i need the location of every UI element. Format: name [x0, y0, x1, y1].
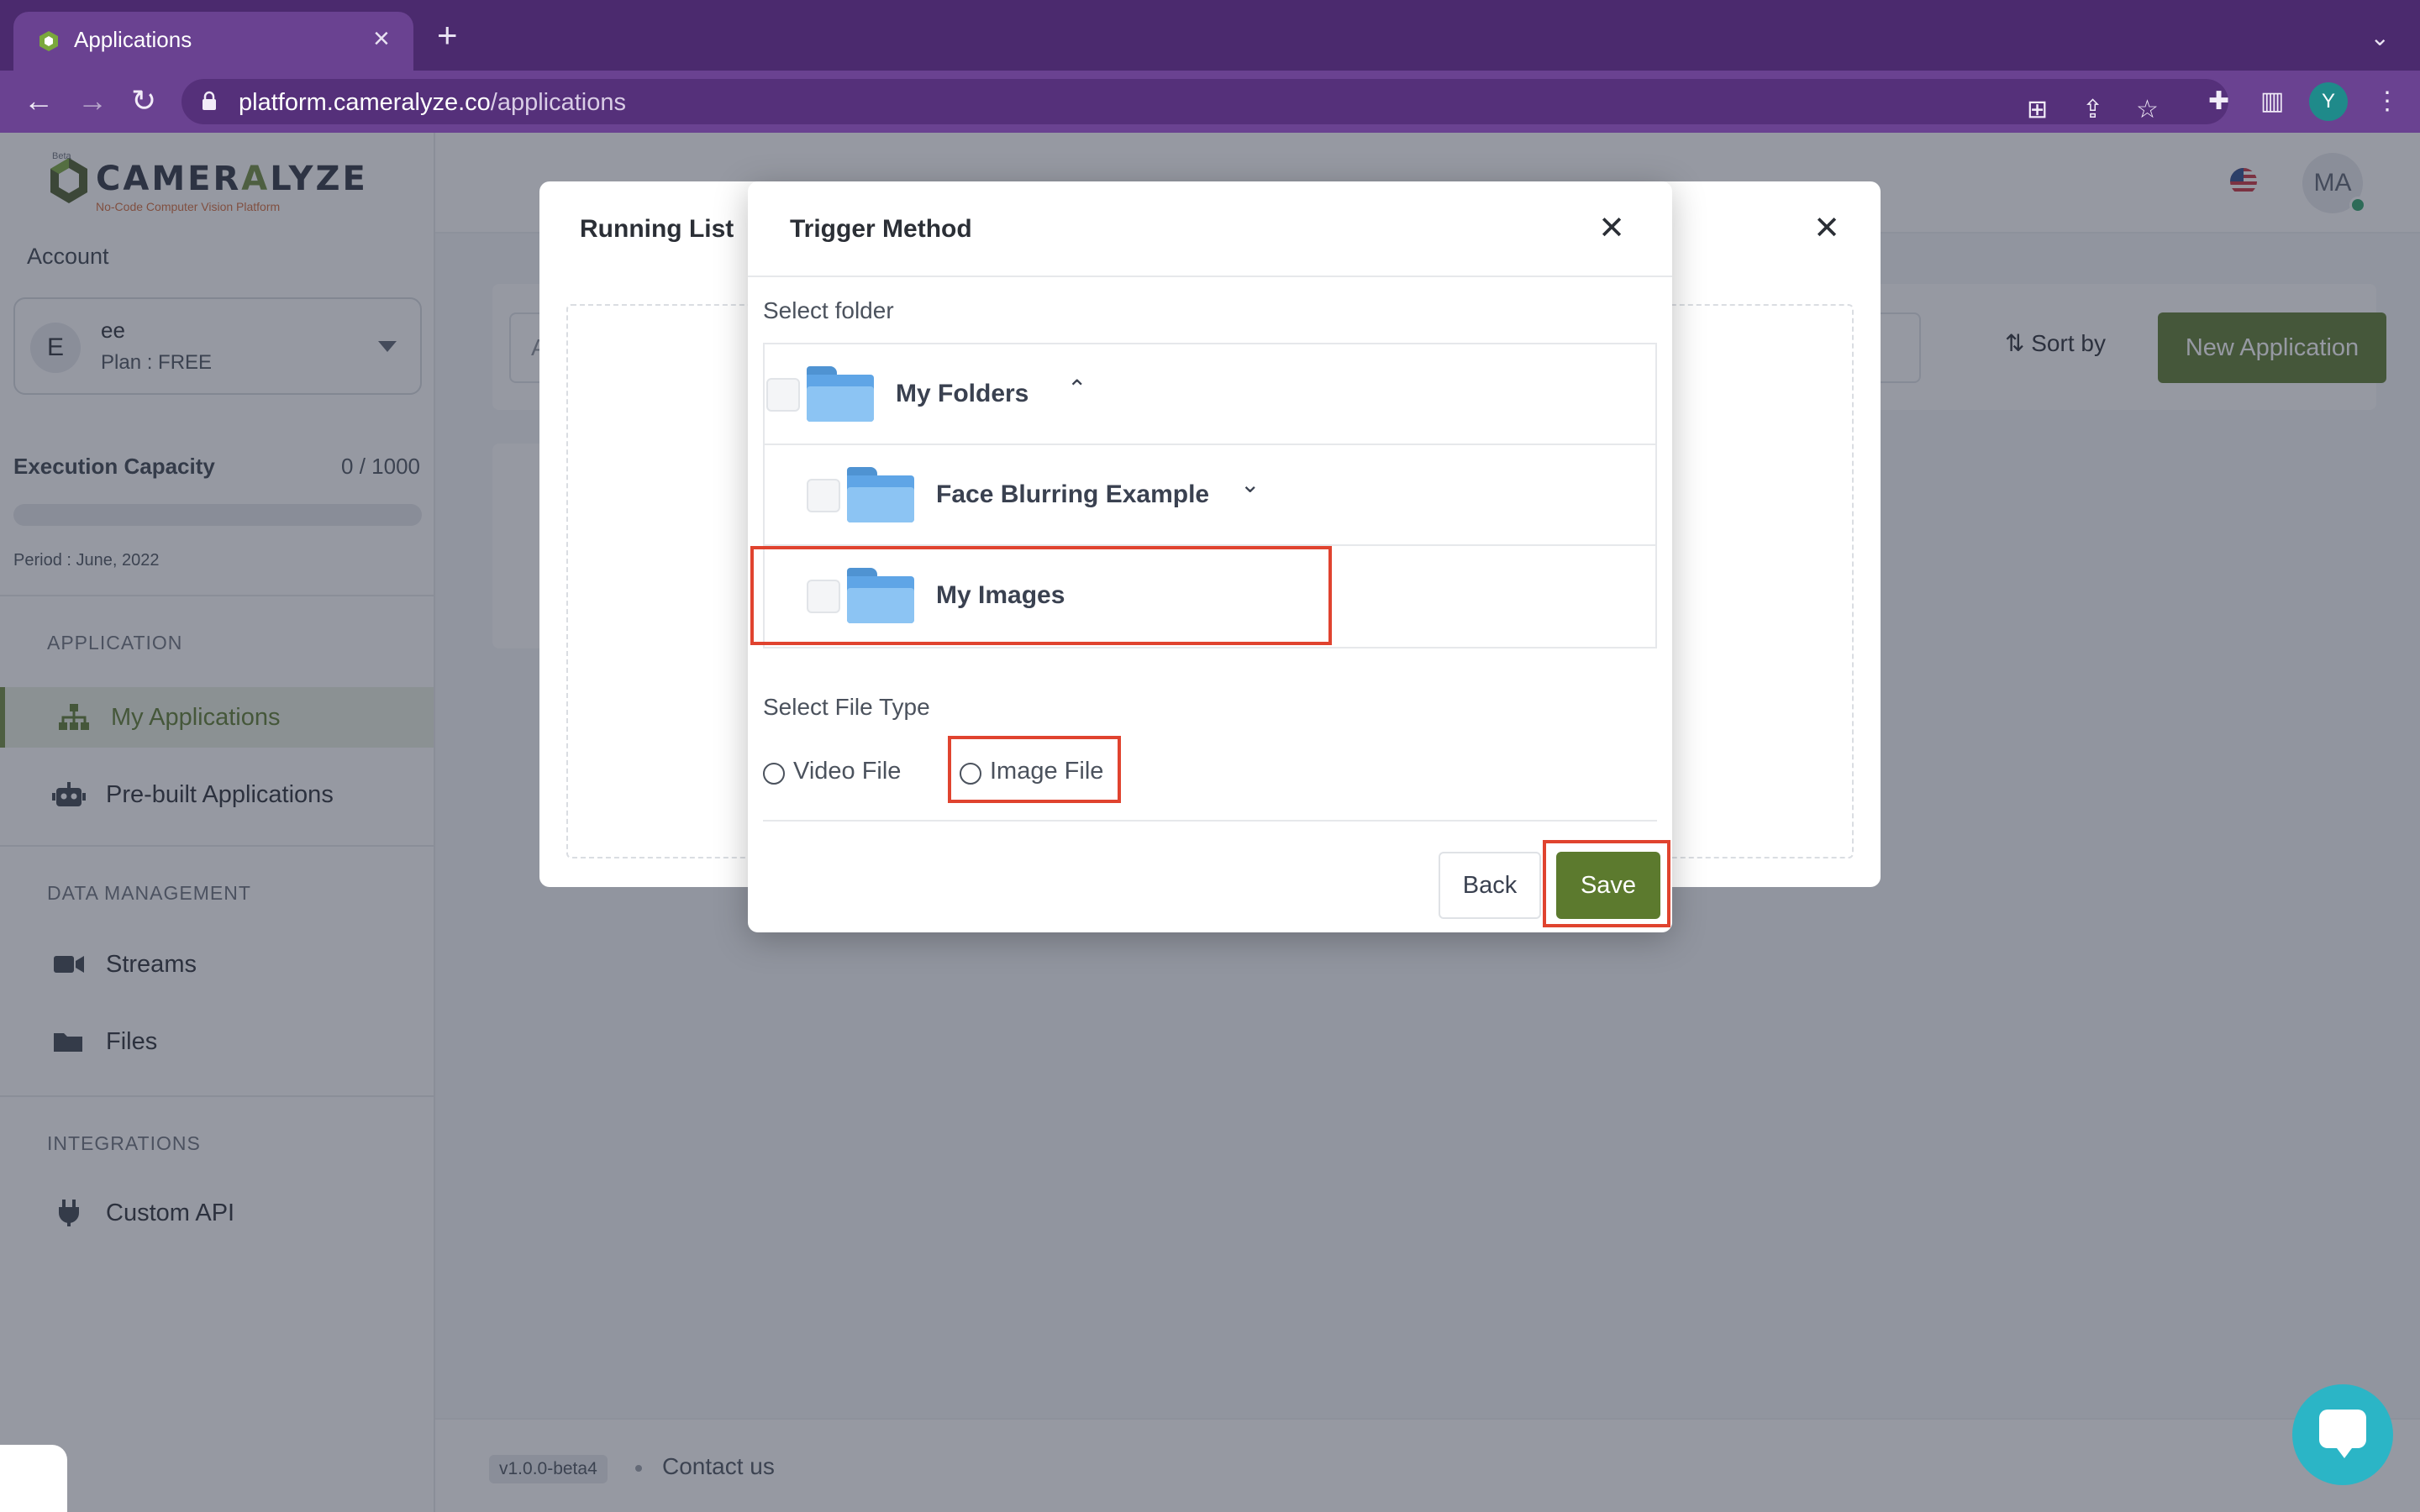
share-icon[interactable]: ⇪ — [2082, 97, 2103, 123]
star-icon[interactable]: ☆ — [2136, 97, 2159, 123]
highlight-save — [1543, 840, 1670, 927]
chevron-down-icon[interactable]: ⌄ — [2370, 24, 2390, 51]
url-field[interactable]: platform.cameralyze.co/applications ⊞ ⇪ … — [182, 79, 2228, 124]
select-folder-label: Select folder — [763, 297, 894, 323]
tab-favicon-icon — [39, 31, 58, 51]
folder-row-face-blurring[interactable]: Face Blurring Example ⌄ — [765, 445, 1655, 546]
chevron-down-icon[interactable]: ⌄ — [1240, 472, 1260, 497]
folder-checkbox[interactable] — [807, 479, 840, 512]
browser-tab[interactable]: Applications × — [13, 12, 413, 71]
back-arrow-icon[interactable]: ← — [24, 86, 54, 116]
close-icon[interactable]: ✕ — [1598, 212, 1625, 245]
lock-icon — [203, 91, 216, 110]
modal-title: Trigger Method — [790, 215, 972, 243]
kebab-menu-icon[interactable]: ⋮ — [2375, 88, 2400, 115]
chat-icon — [2319, 1410, 2366, 1448]
modal-header: Trigger Method ✕ — [748, 181, 1672, 277]
highlight-my-images — [750, 546, 1332, 645]
url-domain: platform.cameralyze.co — [239, 89, 491, 116]
bottom-left-widget — [0, 1445, 67, 1512]
address-bar-row: ← → ↻ platform.cameralyze.co/application… — [0, 71, 2420, 133]
close-icon[interactable]: ✕ — [1813, 212, 1840, 245]
folder-name: Face Blurring Example — [936, 480, 1210, 508]
back-button[interactable]: Back — [1439, 852, 1541, 919]
folder-icon — [847, 467, 914, 522]
video-file-label[interactable]: Video File — [793, 758, 901, 785]
forward-arrow-icon[interactable]: → — [77, 86, 108, 116]
browser-tab-strip: Applications × + ⌄ — [0, 0, 2420, 71]
folder-name: My Folders — [896, 380, 1029, 407]
highlight-image-file — [948, 736, 1121, 803]
select-file-type-label: Select File Type — [763, 694, 930, 720]
translate-icon[interactable]: ⊞ — [2027, 97, 2048, 123]
chevron-up-icon[interactable]: ⌃ — [1067, 376, 1086, 402]
extensions-icon[interactable]: ✚ — [2208, 88, 2229, 115]
running-list-title: Running List — [580, 215, 734, 243]
reload-icon[interactable]: ↻ — [131, 86, 156, 116]
sidepanel-icon[interactable]: ▥ — [2260, 88, 2284, 115]
folder-icon — [807, 366, 874, 422]
modal-divider — [763, 820, 1657, 822]
folder-row-my-folders[interactable]: My Folders ⌃ — [765, 344, 1655, 445]
chat-widget-button[interactable] — [2292, 1384, 2393, 1485]
folder-checkbox[interactable] — [766, 378, 800, 412]
video-file-radio[interactable] — [763, 763, 785, 785]
plus-icon[interactable]: + — [437, 18, 458, 53]
close-icon[interactable]: × — [373, 24, 390, 54]
tab-title: Applications — [74, 27, 192, 52]
url-path: /applications — [490, 89, 626, 116]
browser-profile-avatar[interactable]: Y — [2309, 82, 2348, 121]
